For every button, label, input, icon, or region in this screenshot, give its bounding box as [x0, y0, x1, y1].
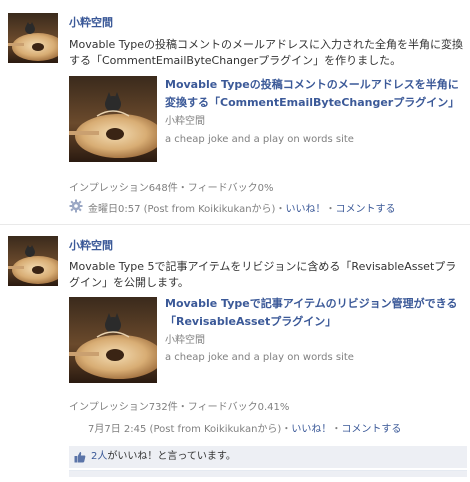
post-divider — [0, 224, 470, 225]
post-source: (Post from Koikikukanから) — [143, 204, 276, 215]
likes-text: がいいね！と言っています。 — [107, 451, 236, 462]
attachment-thumbnail[interactable] — [69, 76, 157, 162]
attachment-thumbnail[interactable] — [69, 297, 157, 383]
post-author[interactable]: 小粋空間 — [69, 14, 113, 30]
thumbs-up-icon — [74, 451, 86, 463]
post-message: Movable Typeの投稿コメントのメールアドレスに入力された全角を半角に変… — [69, 38, 464, 67]
gear-icon[interactable] — [69, 199, 83, 213]
attachment-description: a cheap joke and a play on words site — [165, 352, 354, 363]
post-author[interactable]: 小粋空間 — [69, 237, 113, 253]
comment-link[interactable]: コメントする — [335, 204, 395, 215]
likes-count-link[interactable]: 2人 — [91, 451, 107, 462]
attachment-description: a cheap joke and a play on words site — [165, 134, 354, 145]
post-timestamp[interactable]: 金曜日0:57 — [88, 204, 140, 215]
avatar[interactable] — [8, 236, 58, 286]
post-stats: インプレッション732件・フィードバック0.41% — [69, 402, 290, 413]
attachment-title-link[interactable]: Movable Typeの投稿コメントのメールアドレスを半角に変換する「Comm… — [165, 76, 465, 112]
post-message: Movable Type 5で記事アイテムをリビジョンに含める「Revisabl… — [69, 260, 457, 289]
post-stats: インプレッション648件・フィードバック0% — [69, 183, 274, 194]
post-meta: 金曜日0:57 (Post from Koikikukanから)・いいね！・コメ… — [88, 204, 396, 215]
like-link[interactable]: いいね！ — [285, 204, 325, 215]
avatar[interactable] — [8, 13, 58, 63]
comment-link[interactable]: コメントする — [341, 424, 401, 435]
comment-box[interactable] — [69, 470, 467, 477]
attachment-site: 小粋空間 — [165, 116, 205, 127]
post-source: (Post from Koikikukanから) — [149, 424, 282, 435]
post-timestamp[interactable]: 7月7日 2:45 — [88, 424, 146, 435]
post-meta: 7月7日 2:45 (Post from Koikikukanから)・いいね！・… — [88, 424, 402, 435]
attachment-title-link[interactable]: Movable Typeで記事アイテムのリビジョン管理ができる「Revisabl… — [165, 295, 465, 331]
like-link[interactable]: いいね！ — [291, 424, 331, 435]
attachment-site: 小粋空間 — [165, 335, 205, 346]
likes-summary: 2人がいいね！と言っています。 — [69, 446, 467, 468]
